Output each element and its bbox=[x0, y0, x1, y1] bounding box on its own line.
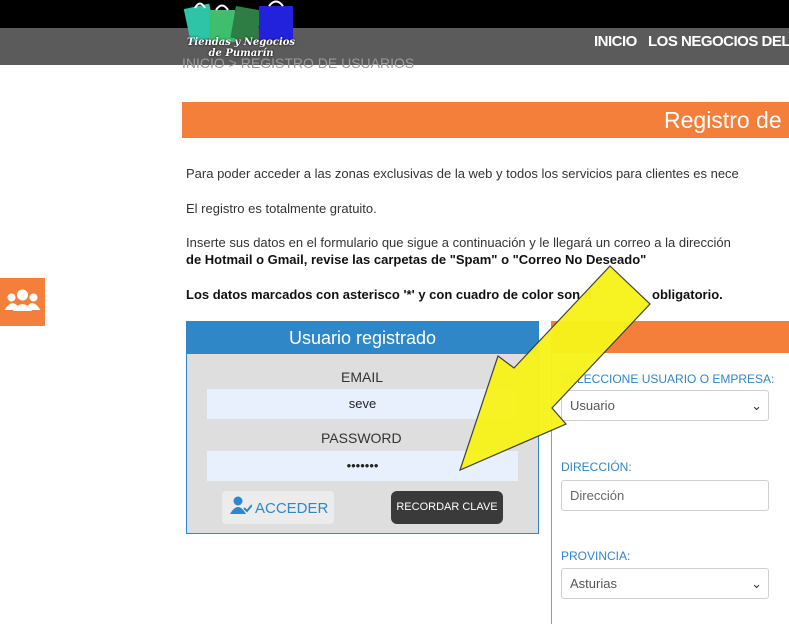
nav-los-negocios[interactable]: LOS NEGOCIOS DEL BA bbox=[648, 33, 789, 50]
top-bar bbox=[0, 0, 789, 28]
provincia-label: PROVINCIA: bbox=[561, 549, 631, 563]
chevron-down-icon: ⌄ bbox=[751, 398, 762, 413]
breadcrumb-home[interactable]: INICIO bbox=[182, 55, 225, 71]
direccion-field[interactable]: Dirección bbox=[561, 480, 769, 511]
breadcrumb-separator: > bbox=[228, 55, 237, 71]
provincia-select[interactable]: Asturias ⌄ bbox=[561, 568, 769, 599]
users-side-tab[interactable] bbox=[0, 278, 45, 326]
user-check-icon bbox=[230, 496, 252, 514]
intro-paragraph-2: El registro es totalmente gratuito. bbox=[186, 201, 377, 216]
acceder-label[interactable]: ACCEDER bbox=[255, 500, 328, 517]
breadcrumb: INICIO > REGISTRO DE USUARIOS bbox=[182, 55, 414, 71]
logo-line-1: Tiendas y Negocios bbox=[186, 37, 296, 48]
email-field[interactable]: seve bbox=[207, 389, 518, 419]
intro-paragraph-4a: Los datos marcados con asterisco '*' y c… bbox=[186, 287, 592, 302]
password-label: PASSWORD bbox=[321, 430, 402, 446]
chevron-down-icon: ⌄ bbox=[751, 576, 762, 591]
breadcrumb-current: REGISTRO DE USUARIOS bbox=[240, 55, 415, 71]
intro-paragraph-3b: de Hotmail o Gmail, revise las carpetas … bbox=[186, 252, 647, 267]
recordar-clave-button[interactable]: RECORDAR CLAVE bbox=[391, 491, 503, 524]
direccion-label: DIRECCIÓN: bbox=[561, 460, 632, 474]
tipo-select[interactable]: Usuario ⌄ bbox=[561, 390, 769, 421]
register-panel-header bbox=[551, 321, 789, 353]
intro-paragraph-1: Para poder acceder a las zonas exclusiva… bbox=[186, 166, 739, 181]
users-group-icon bbox=[4, 289, 41, 311]
tipo-select-value: Usuario bbox=[570, 398, 615, 413]
intro-paragraph-4b: obligatorio. bbox=[652, 287, 723, 302]
page-title: Registro de bbox=[664, 107, 782, 133]
email-label: EMAIL bbox=[341, 369, 384, 385]
direccion-placeholder: Dirección bbox=[570, 488, 625, 503]
register-panel-border bbox=[551, 353, 552, 624]
nav-inicio[interactable]: INICIO bbox=[594, 33, 637, 50]
intro-paragraph-3a: Inserte sus datos en el formulario que s… bbox=[186, 235, 731, 250]
tipo-label: SELECCIONE USUARIO O EMPRESA: bbox=[561, 372, 775, 386]
password-field[interactable]: ••••••• bbox=[207, 451, 518, 481]
login-title: Usuario registrado bbox=[187, 322, 538, 354]
provincia-select-value: Asturias bbox=[570, 576, 617, 591]
